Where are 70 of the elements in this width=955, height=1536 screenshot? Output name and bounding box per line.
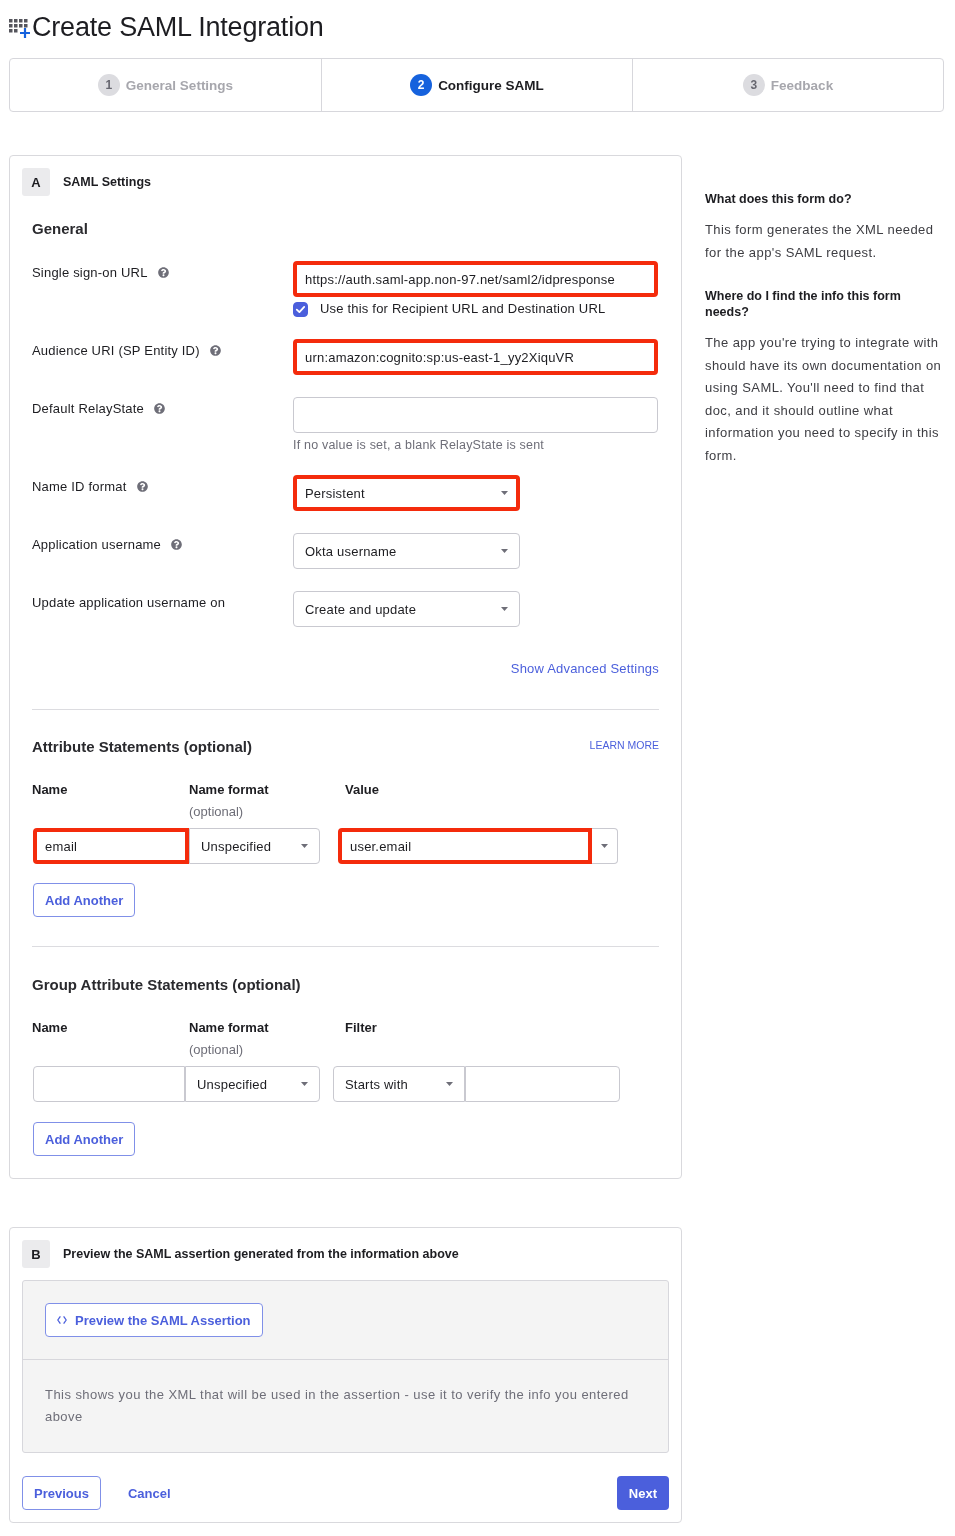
section-heading: Group Attribute Statements (optional) — [32, 976, 302, 994]
select-field[interactable]: Unspecified — [185, 1066, 320, 1102]
caret-down-icon — [501, 607, 508, 611]
select-field[interactable]: Create and update — [293, 591, 520, 627]
section-badge: B — [22, 1240, 50, 1268]
next-button[interactable]: Next — [616, 1476, 669, 1510]
caret-down-icon — [446, 1082, 453, 1086]
field-label: Name ID format — [32, 479, 127, 495]
text-field[interactable] — [465, 1066, 620, 1102]
step-label: General Settings — [125, 77, 234, 93]
text-field[interactable]: https://auth.saml-app.non-97.net/saml2/idpresponse — [293, 261, 658, 297]
column-header: Value — [345, 782, 380, 798]
help-text: This form generates the XML needed for the app's SAML request. — [705, 221, 935, 262]
text-field[interactable] — [33, 1066, 185, 1102]
help-heading: What does this form do? — [705, 191, 853, 207]
page-title: Create SAML Integration — [32, 11, 324, 44]
select-field[interactable]: Starts with — [333, 1066, 465, 1102]
text-field[interactable]: user.email — [338, 828, 592, 864]
help-icon[interactable] — [171, 539, 183, 550]
previous-button[interactable]: Previous — [22, 1476, 101, 1510]
column-header: Name format — [189, 782, 270, 798]
select-field[interactable]: Unspecified — [189, 828, 320, 864]
column-note: (optional) — [189, 1042, 245, 1058]
add-another-button[interactable]: Add Another — [33, 883, 136, 917]
column-header: Filter — [345, 1020, 378, 1036]
help-icon[interactable] — [209, 345, 221, 356]
column-header: Name format — [189, 1020, 270, 1036]
help-icon[interactable] — [157, 267, 169, 278]
field-label: Default RelayState — [32, 401, 144, 417]
advanced-settings-link[interactable]: Show Advanced Settings — [510, 661, 659, 677]
step-label: Feedback — [770, 77, 834, 93]
text-field[interactable]: email — [33, 828, 189, 864]
help-heading: Where do I find the info this form needs? — [705, 288, 902, 320]
hint-text: If no value is set, a blank RelayState is sent — [293, 437, 544, 453]
help-icon[interactable] — [136, 481, 148, 492]
column-header: Name — [32, 782, 69, 798]
section-title: SAML Settings — [63, 175, 151, 189]
code-icon — [57, 1316, 67, 1324]
text-field[interactable]: urn:amazon:cognito:sp:us-east-1_yy2XiquVR — [293, 339, 658, 375]
add-another-button[interactable]: Add Another — [33, 1122, 136, 1156]
preview-description: This shows you the XML that will be used in the assertion - use it to verify the info you entered above — [44, 1386, 630, 1426]
select-field[interactable]: Persistent — [293, 475, 520, 511]
section-badge: A — [22, 168, 50, 196]
text-field[interactable] — [293, 397, 658, 433]
step-number: 3 — [742, 74, 765, 96]
step-number: 2 — [410, 74, 433, 96]
section-heading: General — [32, 220, 89, 238]
step-number: 1 — [97, 74, 120, 96]
caret-down-icon — [601, 844, 608, 848]
caret-down-icon — [501, 491, 508, 495]
preview-button[interactable]: Preview the SAML Assertion — [45, 1303, 263, 1337]
field-label: Application username — [32, 537, 162, 553]
cancel-link[interactable]: Cancel — [127, 1485, 171, 1501]
field-label: Audience URI (SP Entity ID) — [32, 343, 200, 359]
caret-down-icon — [301, 844, 308, 848]
section-title: Preview the SAML assertion generated from the information above — [63, 1247, 459, 1261]
section-heading: Attribute Statements (optional) — [32, 738, 252, 756]
help-icon[interactable] — [154, 403, 165, 414]
step-label: Configure SAML — [438, 77, 544, 93]
select-field[interactable]: Okta username — [293, 533, 520, 569]
caret-down-icon — [301, 1082, 308, 1086]
field-label: Single sign-on URL — [32, 265, 148, 281]
checkbox-label: Use this for Recipient URL and Destination URL — [320, 301, 606, 317]
column-header: Name — [32, 1020, 69, 1036]
field-label: Update application username on — [32, 595, 226, 611]
learn-more-link[interactable]: LEARN MORE — [589, 739, 659, 751]
help-text: The app you're trying to integrate with should have its own documentation on using SAML. You'll need to find that doc, and it should outline what information you need to specify in this form. — [705, 334, 943, 465]
checkbox[interactable] — [293, 301, 308, 317]
caret-down-icon — [501, 549, 508, 553]
column-note: (optional) — [189, 804, 245, 820]
